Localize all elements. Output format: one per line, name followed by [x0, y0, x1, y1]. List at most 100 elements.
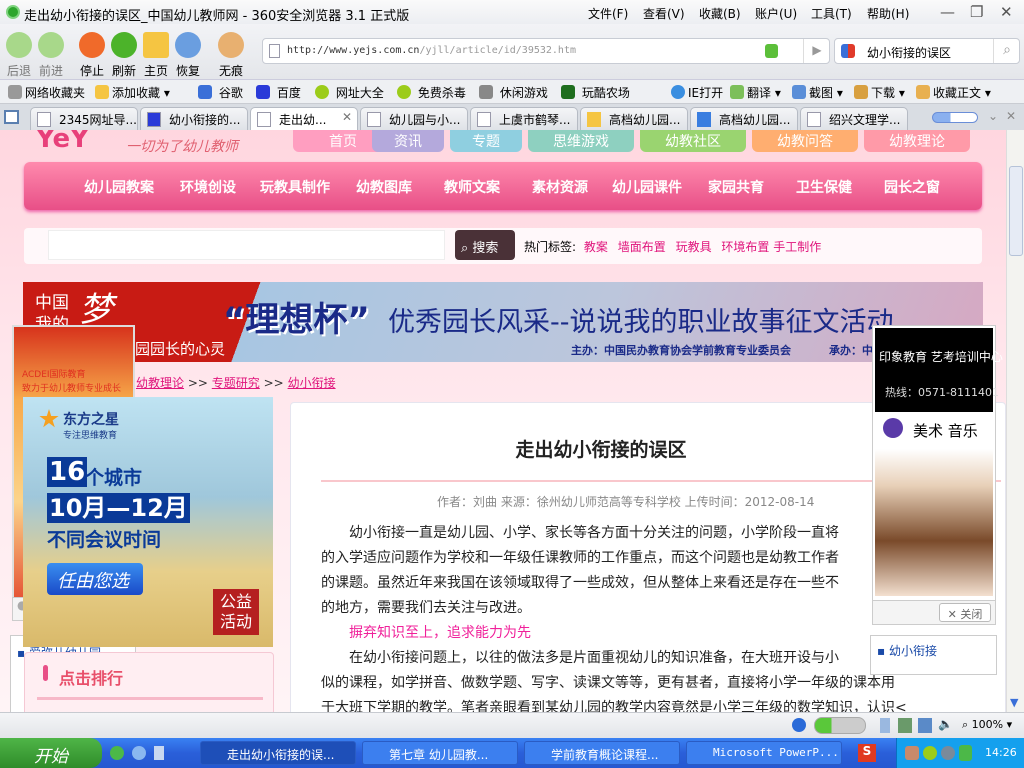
fav-baidu[interactable]: 百度 — [256, 84, 301, 101]
menu-help[interactable]: 帮助(H) — [867, 5, 909, 22]
menu-teacher-docs[interactable]: 教师文案 — [444, 177, 500, 197]
screenshot-button[interactable]: 截图 ▾ — [792, 84, 843, 101]
tab[interactable]: 高档幼儿园... — [690, 107, 798, 130]
right-sidebar-link[interactable]: ▪ 幼小衔接 — [877, 642, 937, 659]
page-tools-icon[interactable] — [918, 718, 932, 733]
security-shield-icon[interactable] — [765, 44, 778, 58]
fav-network[interactable]: 网络收藏夹 — [8, 84, 85, 101]
sidebar-toggle-icon[interactable] — [4, 110, 19, 124]
close-all-icon[interactable]: ✕ — [1006, 109, 1016, 123]
close-tab-icon[interactable]: ✕ — [342, 110, 352, 124]
incognito-button[interactable]: 无痕 — [214, 32, 248, 79]
site-search-input[interactable] — [48, 230, 445, 260]
taskbar-item[interactable]: 走出幼小衔接的误... — [200, 741, 356, 765]
menu-tools[interactable]: 工具(T) — [811, 5, 852, 22]
scrollbar-thumb[interactable] — [1009, 166, 1023, 256]
tab-scroll-slider[interactable] — [932, 112, 978, 123]
topnav-games[interactable]: 思维游戏 — [528, 130, 634, 152]
vertical-scrollbar[interactable]: ▼ — [1006, 130, 1024, 712]
ie-open-button[interactable]: IE打开 — [671, 84, 723, 101]
shield-icon[interactable] — [959, 745, 972, 761]
menu-favorites[interactable]: 收藏(B) — [699, 5, 741, 22]
topnav-news[interactable]: 资讯 — [372, 130, 444, 152]
download-status-icon[interactable] — [880, 718, 890, 733]
download-button[interactable]: 下载 ▾ — [854, 84, 905, 101]
taskbar-item[interactable]: 第七章 幼儿园教... — [362, 741, 518, 765]
tray-icon[interactable] — [923, 746, 937, 760]
topnav-theory[interactable]: 幼教理论 — [864, 130, 970, 152]
tab-active[interactable]: 走出幼... ✕ — [250, 107, 358, 130]
security-icon[interactable] — [792, 718, 806, 732]
menu-file[interactable]: 文件(F) — [588, 5, 628, 22]
fav-add[interactable]: 添加收藏 ▾ — [95, 84, 170, 101]
promo-banner[interactable]: 中国 我的 梦 园园长的心灵 “理想杯” 优秀园长风采--说说我的职业故事征文活… — [23, 282, 983, 362]
ad-cta-button[interactable]: 任由您选 — [47, 563, 143, 595]
topnav-topics[interactable]: 专题 — [450, 130, 522, 152]
menu-principal[interactable]: 园长之窗 — [884, 177, 940, 197]
forward-button[interactable]: 前进 — [34, 32, 68, 79]
conference-ad[interactable]: 东方之星 专注思维教育 16 个城市 10月—12月 不同会议时间 任由您选 公… — [23, 397, 273, 647]
search-box[interactable]: 幼小衔接的误区 ⌕ — [834, 38, 1020, 64]
fav-google[interactable]: 谷歌 — [198, 84, 243, 101]
hot-tag[interactable]: 墙面布置 — [618, 240, 666, 254]
menu-home-school[interactable]: 家园共育 — [708, 177, 764, 197]
right-floating-ad[interactable]: 印象教育 艺考培训中心 热线：0571-8111401 美术 音乐 ✕ 关闭 — [872, 325, 1003, 625]
sogou-input-icon[interactable]: S — [858, 744, 876, 762]
restore-button[interactable]: ❐ — [970, 3, 983, 21]
hot-tag[interactable]: 环境布置 手工制作 — [721, 240, 821, 254]
favorites-bar: 网络收藏夹 添加收藏 ▾ 谷歌 百度 网址大全 免费杀毒 休闲游戏 玩酷农场 I… — [0, 80, 1024, 104]
search-icon[interactable]: ⌕ — [993, 39, 1020, 63]
zoom-control[interactable]: ⌕ 100% ▾ — [962, 718, 1012, 732]
menu-view[interactable]: 查看(V) — [643, 5, 685, 22]
tab[interactable]: 幼小衔接的... — [140, 107, 248, 130]
tab[interactable]: 高档幼儿园... — [580, 107, 688, 130]
menu-courseware[interactable]: 幼儿园课件 — [612, 177, 682, 197]
menu-lesson-plans[interactable]: 幼儿园教案 — [84, 177, 154, 197]
recycle-icon[interactable] — [898, 718, 912, 733]
traffic-light-toggle[interactable] — [814, 717, 866, 734]
fav-sites[interactable]: 网址大全 — [315, 84, 384, 101]
hot-tag[interactable]: 玩教具 — [676, 240, 712, 254]
crumb-theory[interactable]: 幼教理论 — [136, 376, 184, 390]
tab[interactable]: 幼儿园与小... — [360, 107, 468, 130]
tab[interactable]: 上虞市鹤琴... — [470, 107, 578, 130]
menu-resources[interactable]: 素材资源 — [532, 177, 588, 197]
go-button[interactable]: ▶ — [803, 39, 830, 63]
fav-antivirus[interactable]: 免费杀毒 — [397, 84, 466, 101]
taskbar-item[interactable]: Microsoft PowerP... — [686, 741, 842, 765]
menu-environment[interactable]: 环境创设 — [180, 177, 236, 197]
fav-games[interactable]: 休闲游戏 — [479, 84, 548, 101]
save-article-button[interactable]: 收藏正文 ▾ — [916, 84, 991, 101]
close-button[interactable]: ✕ — [1000, 3, 1013, 21]
topnav-community[interactable]: 幼教社区 — [640, 130, 746, 152]
fav-farm[interactable]: 玩酷农场 — [561, 84, 630, 101]
topnav-qa[interactable]: 幼教问答 — [752, 130, 858, 152]
start-button[interactable]: 开始 — [0, 738, 102, 768]
tray-icon[interactable] — [941, 746, 955, 760]
quicklaunch-360-icon[interactable] — [110, 746, 124, 760]
menu-gallery[interactable]: 幼教图库 — [356, 177, 412, 197]
crumb-transition[interactable]: 幼小衔接 — [288, 376, 336, 390]
minimize-button[interactable]: — — [940, 3, 955, 21]
taskbar-item[interactable]: 学前教育概论课程... — [524, 741, 680, 765]
quicklaunch-icon[interactable] — [154, 746, 164, 760]
search-input[interactable]: 幼小衔接的误区 — [867, 44, 951, 61]
undo-button[interactable]: 恢复 — [171, 32, 205, 79]
volume-icon[interactable]: 🔈 — [938, 717, 953, 731]
tab-list-chevron-icon[interactable]: ⌄ — [988, 109, 998, 123]
google-icon[interactable] — [841, 44, 855, 58]
menu-health[interactable]: 卫生保健 — [796, 177, 852, 197]
hot-tag[interactable]: 教案 — [584, 240, 608, 254]
menu-account[interactable]: 账户(U) — [755, 5, 797, 22]
tray-icon[interactable] — [905, 746, 919, 760]
ad-close-button[interactable]: ✕ 关闭 — [939, 603, 991, 622]
address-bar[interactable]: http://www.yejs.com.cn/yjll/article/id/3… — [262, 38, 830, 64]
menu-toys[interactable]: 玩教具制作 — [260, 177, 330, 197]
translate-button[interactable]: 翻译 ▾ — [730, 84, 781, 101]
tab[interactable]: 绍兴文理学... — [800, 107, 908, 130]
quicklaunch-ie-icon[interactable] — [132, 746, 146, 760]
crumb-research[interactable]: 专题研究 — [212, 376, 260, 390]
site-search-button[interactable]: ⌕ 搜索 — [455, 230, 515, 260]
scroll-down-icon[interactable]: ▼ — [1010, 696, 1018, 709]
tab[interactable]: 2345网址导... — [30, 107, 138, 130]
